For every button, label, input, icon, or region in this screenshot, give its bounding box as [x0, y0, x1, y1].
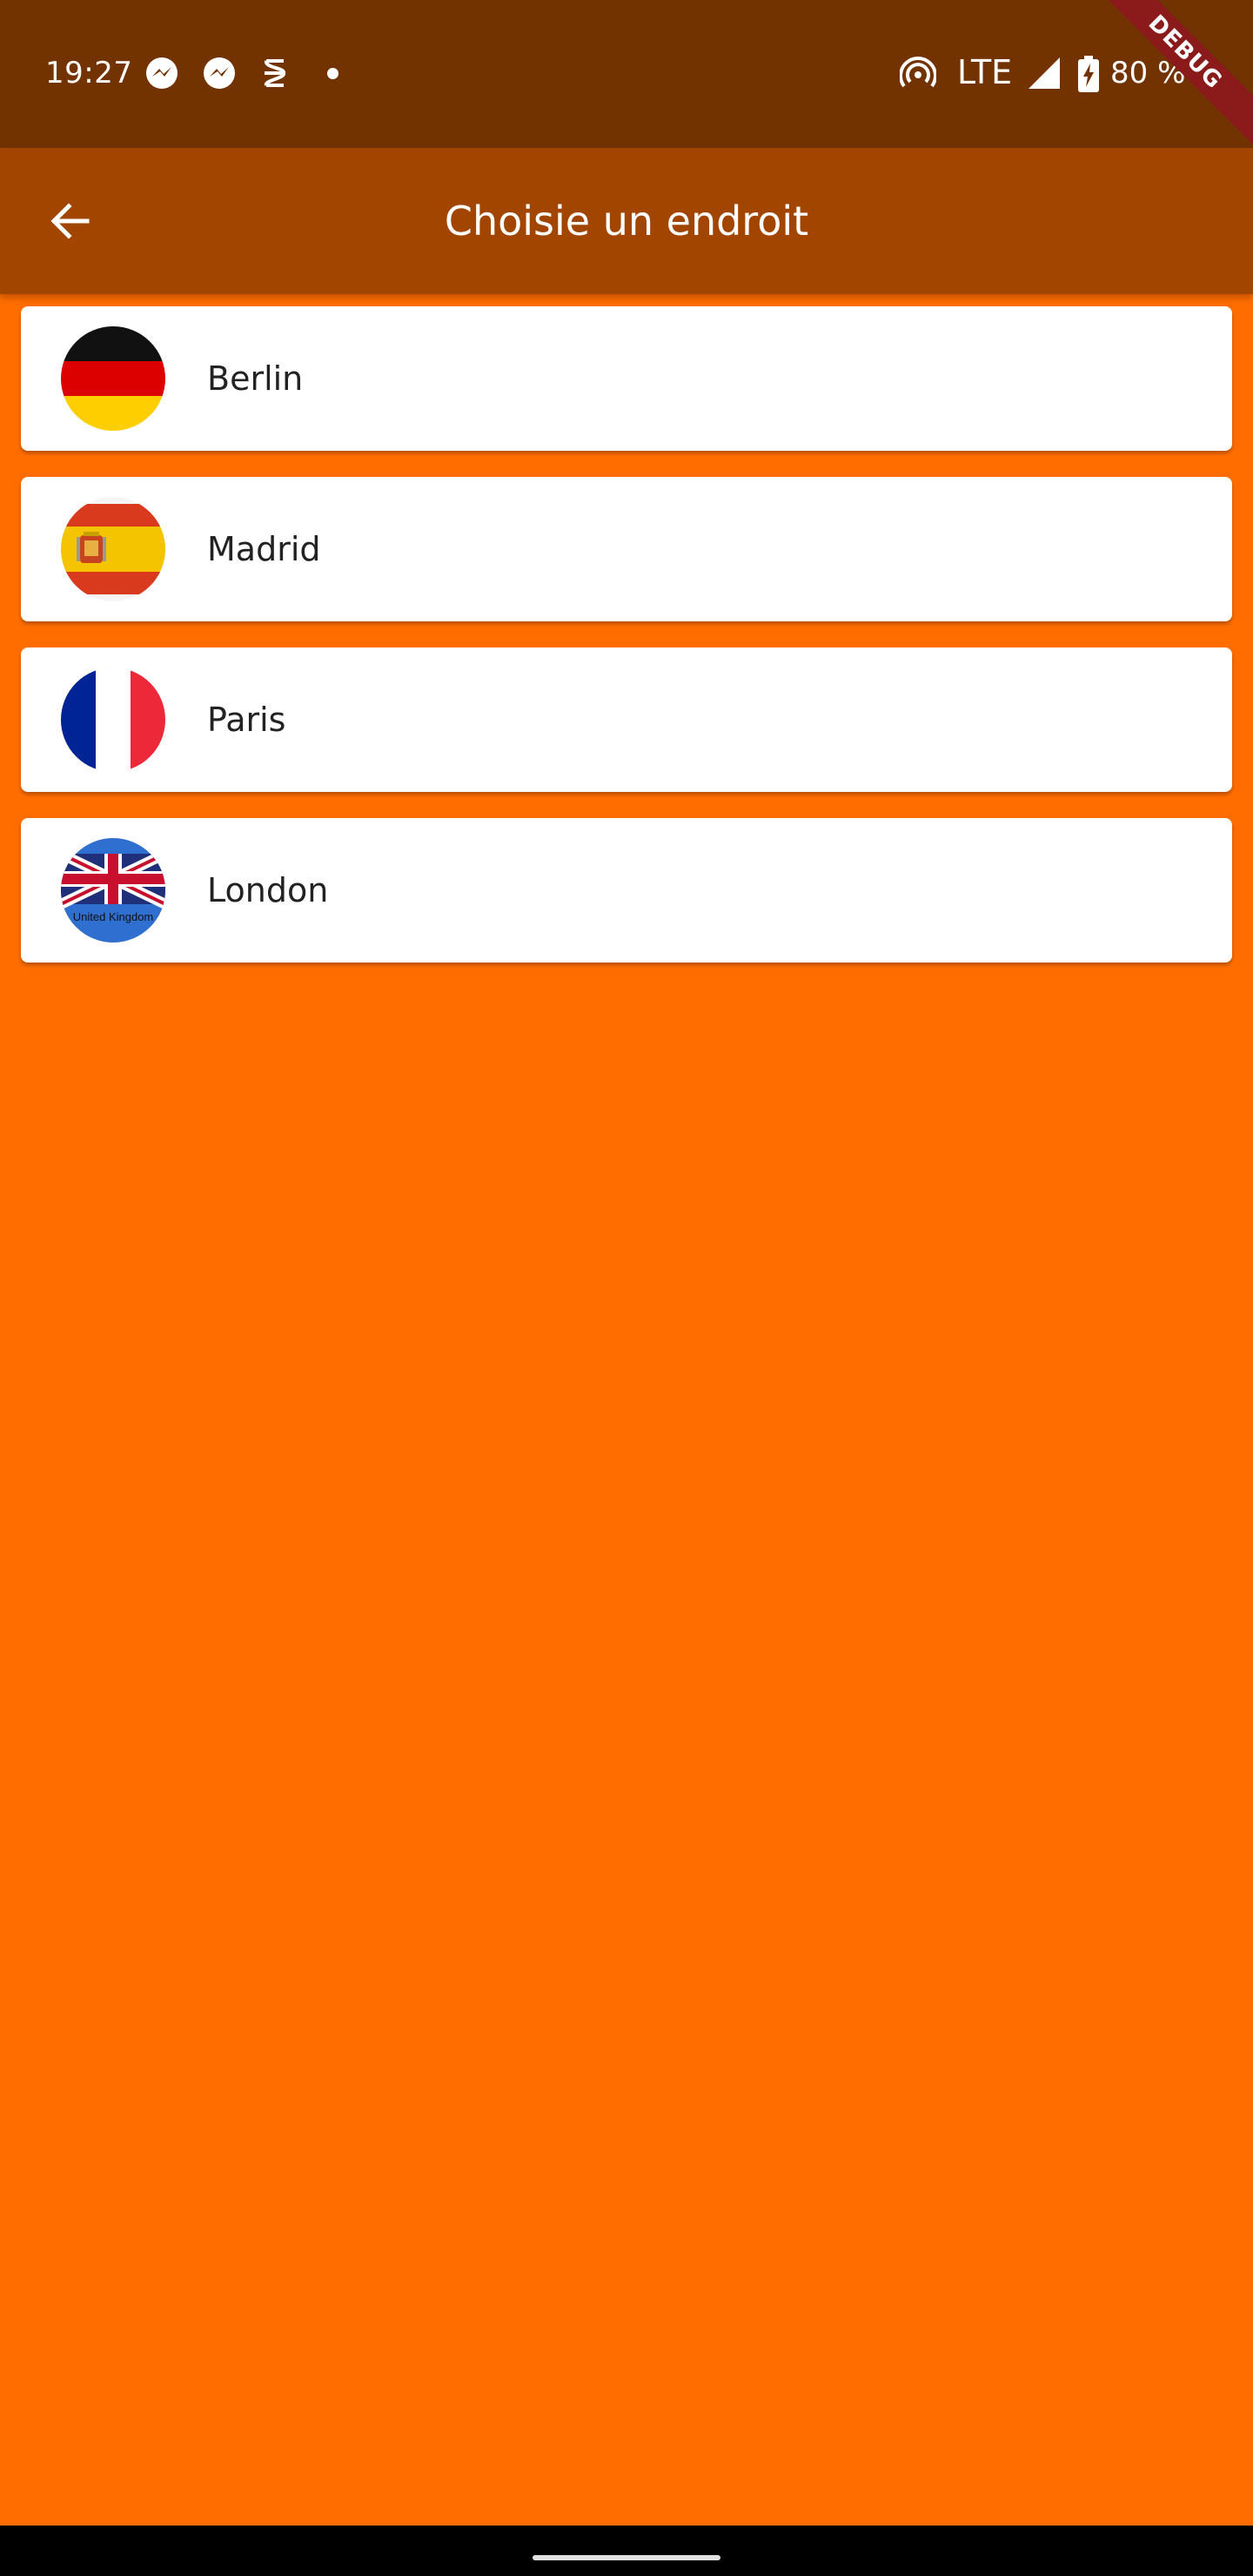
city-list: Berlin Madrid Paris United Kingdom Londo… [21, 306, 1232, 989]
city-item-paris[interactable]: Paris [21, 647, 1232, 792]
city-item-madrid[interactable]: Madrid [21, 477, 1232, 621]
flag-caption: United Kingdom [73, 910, 154, 923]
messenger-icon [144, 56, 179, 95]
city-name: Madrid [207, 530, 321, 568]
france-flag-icon [61, 667, 165, 772]
city-name: London [207, 871, 329, 909]
status-bar: 19:27 LTE 80 % DEBUG [0, 0, 1253, 148]
messenger-icon [202, 56, 237, 95]
dot-icon [327, 68, 338, 79]
signal-icon [1027, 56, 1062, 95]
hotspot-icon [899, 56, 937, 95]
page-title: Choisie un endroit [444, 198, 809, 245]
status-time: 19:27 [45, 56, 133, 91]
navigation-bar [0, 2526, 1253, 2576]
city-item-berlin[interactable]: Berlin [21, 306, 1232, 451]
debug-banner: DEBUG [1105, 0, 1253, 148]
germany-flag-icon [61, 326, 165, 431]
notification-app-icon [259, 56, 291, 95]
spain-flag-icon [61, 497, 165, 601]
city-name: Paris [207, 701, 286, 739]
battery-charging-icon [1077, 56, 1100, 97]
debug-label: DEBUG [1105, 0, 1253, 145]
uk-flag-icon: United Kingdom [61, 838, 165, 943]
network-type: LTE [957, 53, 1013, 91]
city-item-london[interactable]: United Kingdom London [21, 818, 1232, 963]
city-name: Berlin [207, 359, 304, 398]
app-bar: Choisie un endroit [0, 148, 1253, 294]
home-indicator[interactable] [533, 2555, 720, 2560]
